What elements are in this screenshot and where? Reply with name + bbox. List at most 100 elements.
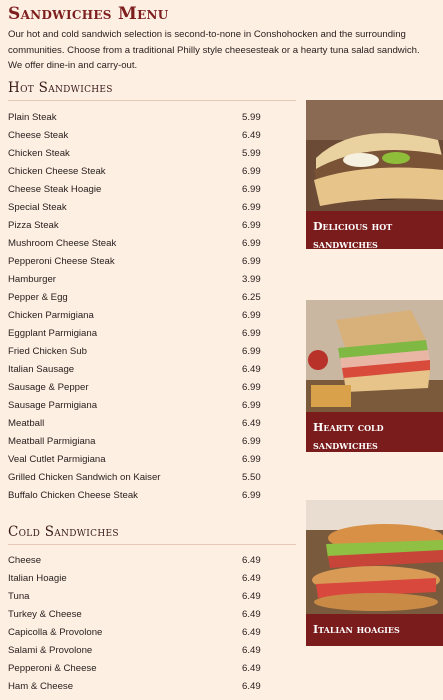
menu-item-name: Hamburger: [8, 274, 56, 285]
menu-item-name: Pizza Steak: [8, 220, 59, 231]
menu-item-price: 6.49: [242, 591, 261, 602]
menu-item: Buffalo Chicken Cheese Steak 6.99: [8, 487, 288, 505]
menu-item-price: 6.99: [242, 220, 261, 231]
menu-item: Grilled Chicken Sandwich on Kaiser 5.50: [8, 469, 288, 487]
menu-item-name: Sausage Parmigiana: [8, 400, 98, 411]
menu-item-name: Pepperoni & Cheese: [8, 663, 97, 674]
menu-item-price: 6.99: [242, 346, 261, 357]
menu-item-name: Turkey & Cheese: [8, 609, 82, 620]
menu-item-price: 6.99: [242, 400, 261, 411]
page-title: Sandwiches Menu: [8, 4, 169, 24]
menu-item-price: 6.99: [242, 202, 261, 213]
menu-item-name: Capicolla & Provolone: [8, 627, 103, 638]
menu-item-price: 6.99: [242, 454, 261, 465]
menu-item: Mushroom Cheese Steak 6.99: [8, 235, 288, 253]
promo-label-line: sandwiches: [313, 439, 378, 452]
menu-item-price: 6.99: [242, 328, 261, 339]
menu-item-price: 6.49: [242, 645, 261, 656]
intro-text: Our hot and cold sandwich selection is s…: [8, 29, 420, 71]
menu-item: Pizza Steak 6.99: [8, 217, 288, 235]
hot-menu-list: Plain Steak 5.99 Cheese Steak 6.49 Chicken S…: [8, 109, 288, 505]
menu-item-price: 6.99: [242, 310, 261, 321]
menu-item-name: Meatball: [8, 418, 45, 429]
promo-italian-hoagies[interactable]: Italian hoagies: [306, 500, 443, 646]
promo-label-line: Delicious hot: [313, 220, 393, 233]
menu-item-price: 6.49: [242, 681, 261, 692]
menu-item-name: Grilled Chicken Sandwich on Kaiser: [8, 472, 161, 483]
menu-item: Turkey & Cheese 6.49: [8, 606, 288, 624]
menu-item-price: 6.49: [242, 555, 261, 566]
menu-item-price: 6.49: [242, 130, 261, 141]
menu-item-price: 6.49: [242, 573, 261, 584]
menu-item-price: 5.99: [242, 112, 261, 123]
promo-hot-sandwiches[interactable]: Delicious hot sandwiches: [306, 100, 443, 251]
menu-item-name: Cheese Steak: [8, 130, 69, 141]
menu-item-price: 5.50: [242, 472, 261, 483]
menu-item-name: Mushroom Cheese Steak: [8, 238, 117, 249]
menu-item: Veal Cutlet Parmigiana 6.99: [8, 451, 288, 469]
menu-item-price: 6.99: [242, 490, 261, 501]
menu-item-name: Buffalo Chicken Cheese Steak: [8, 490, 138, 501]
menu-item-name: Sausage & Pepper: [8, 382, 89, 393]
menu-item-name: Pepper & Egg: [8, 292, 68, 303]
cold-menu-list: Cheese 6.49 Italian Hoagie 6.49 Tuna 6.49 Turk…: [8, 552, 288, 696]
menu-item-price: 3.99: [242, 274, 261, 285]
menu-item-name: Plain Steak: [8, 112, 57, 123]
hoagie-image: [306, 500, 443, 614]
menu-item: Italian Hoagie 6.49: [8, 570, 288, 588]
menu-item: Salami & Provolone 6.49: [8, 642, 288, 660]
menu-item: Cheese Steak Hoagie 6.99: [8, 181, 288, 199]
menu-item-name: Chicken Cheese Steak: [8, 166, 106, 177]
menu-item-price: 6.49: [242, 364, 261, 375]
menu-item-price: 6.49: [242, 627, 261, 638]
menu-item: Pepperoni & Cheese 6.49: [8, 660, 288, 678]
menu-item-price: 6.99: [242, 382, 261, 393]
menu-item-price: 6.49: [242, 609, 261, 620]
menu-item-name: Chicken Parmigiana: [8, 310, 94, 321]
menu-item: Hamburger 3.99: [8, 271, 288, 289]
menu-item: Plain Steak 5.99: [8, 109, 288, 127]
menu-item-price: 5.99: [242, 148, 261, 159]
club-sandwich-image: [306, 300, 443, 412]
menu-item-name: Cheese: [8, 555, 42, 566]
menu-item: Pepperoni Cheese Steak 6.99: [8, 253, 288, 271]
promo-label: Hearty cold sandwiches: [306, 412, 443, 452]
menu-item: Tuna 6.49: [8, 588, 288, 606]
promo-label: Italian hoagies: [306, 614, 443, 646]
menu-item: Italian Sausage 6.49: [8, 361, 288, 379]
menu-item: Sausage & Pepper 6.99: [8, 379, 288, 397]
menu-item-price: 6.25: [242, 292, 261, 303]
menu-item-name: Tuna: [8, 591, 30, 602]
menu-item: Pepper & Egg 6.25: [8, 289, 288, 307]
section-divider: [8, 544, 296, 545]
menu-item-name: Ham & Cheese: [8, 681, 74, 692]
steak-sandwich-image: [306, 100, 443, 211]
menu-item: Cheese Steak 6.49: [8, 127, 288, 145]
promo-label-line: sandwiches: [313, 238, 378, 251]
menu-item: Special Steak 6.99: [8, 199, 288, 217]
menu-item-price: 6.49: [242, 663, 261, 674]
section-divider: [8, 100, 296, 101]
menu-item-name: Veal Cutlet Parmigiana: [8, 454, 106, 465]
menu-item: Capicolla & Provolone 6.49: [8, 624, 288, 642]
menu-item-name: Chicken Steak: [8, 148, 70, 159]
promo-cold-sandwiches[interactable]: Hearty cold sandwiches: [306, 300, 443, 452]
menu-item: Fried Chicken Sub 6.99: [8, 343, 288, 361]
menu-item-price: 6.99: [242, 166, 261, 177]
menu-item: Chicken Cheese Steak 6.99: [8, 163, 288, 181]
menu-item-price: 6.99: [242, 256, 261, 267]
hot-section-title: Hot Sandwiches: [8, 80, 113, 96]
menu-item: Chicken Parmigiana 6.99: [8, 307, 288, 325]
menu-item-name: Fried Chicken Sub: [8, 346, 87, 357]
menu-item-price: 6.99: [242, 436, 261, 447]
menu-item-name: Pepperoni Cheese Steak: [8, 256, 115, 267]
menu-item-name: Cheese Steak Hoagie: [8, 184, 102, 195]
menu-item-price: 6.49: [242, 418, 261, 429]
menu-item-name: Meatball Parmigiana: [8, 436, 96, 447]
promo-label: Delicious hot sandwiches: [306, 211, 443, 251]
menu-item: Ham & Cheese 6.49: [8, 678, 288, 696]
menu-item-name: Salami & Provolone: [8, 645, 93, 656]
cold-section-title: Cold Sandwiches: [8, 524, 119, 540]
menu-item: Meatball 6.49: [8, 415, 288, 433]
menu-item-name: Italian Sausage: [8, 364, 75, 375]
